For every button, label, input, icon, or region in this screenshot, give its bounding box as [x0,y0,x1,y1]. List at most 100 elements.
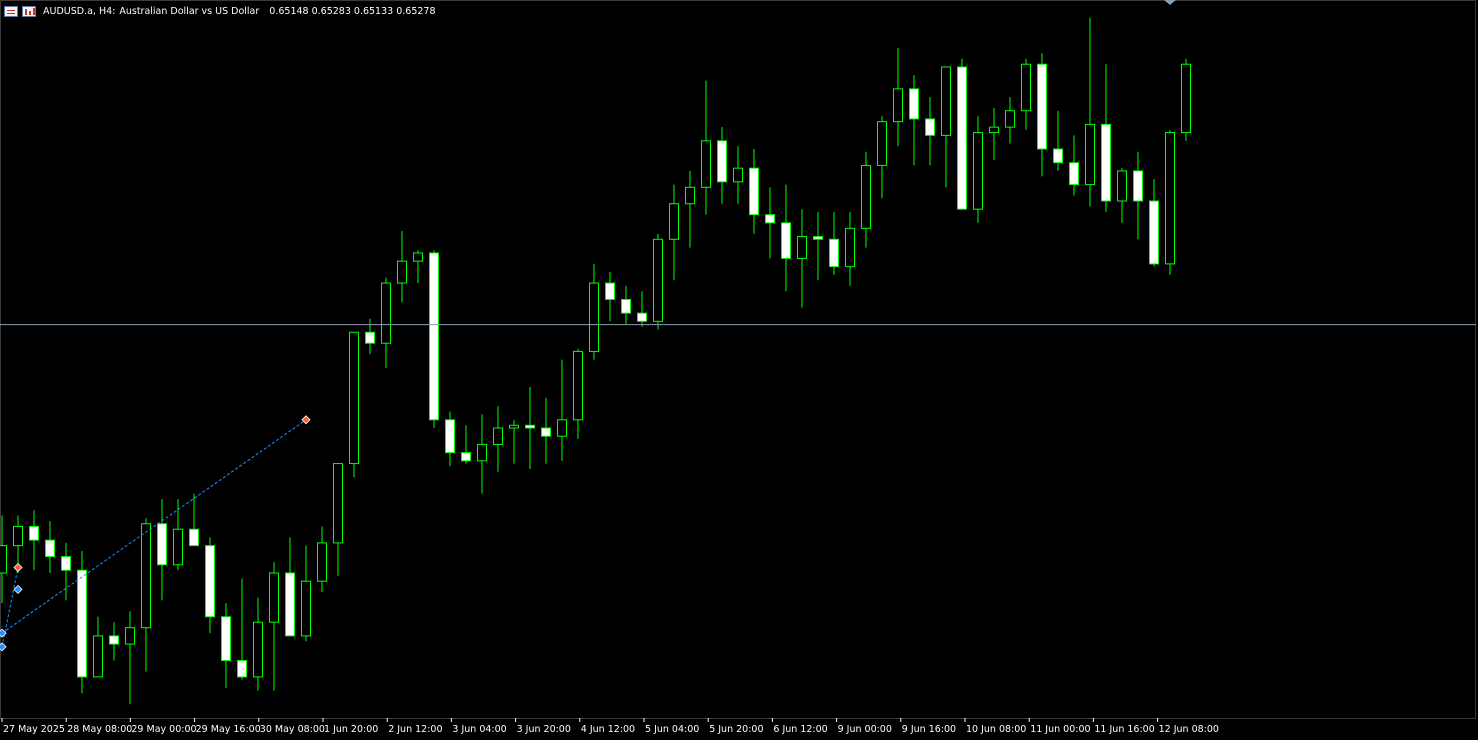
candle-body [989,126,999,134]
candle-body [813,236,823,240]
trade-line [1,419,307,634]
candle-body [1101,123,1111,202]
candle-body [29,525,39,541]
candle-body [109,635,119,645]
candle-body [1149,200,1159,265]
candle-body [653,238,663,322]
candle-body [461,452,471,462]
candle-body [829,238,839,268]
candle-body [0,545,7,574]
scroll-marker-icon [1164,0,1176,5]
window-menu-icon[interactable] [4,5,18,17]
candle-body [285,572,295,637]
candlestick-chart[interactable]: 27 May 2025 28 May 08:00 29 May 00:00 29 Ma… [0,0,1478,740]
candle-body [573,350,583,421]
candle-body [717,140,727,183]
candle-body [765,214,775,224]
x-axis-label: 5 Jun 04:00 [645,724,699,735]
x-axis-label: 4 Jun 12:00 [581,724,635,735]
x-axis-label: 9 Jun 16:00 [902,724,956,735]
x-axis-label: 28 May 08:00 [67,724,132,735]
candle-body [1133,170,1143,202]
x-axis-label: 30 May 08:00 [260,724,325,735]
candle-body [253,621,263,678]
candle-body [1037,63,1047,150]
candle-body [157,523,167,566]
candle-body [909,88,919,120]
symbol-description: Australian Dollar vs US Dollar [119,5,260,17]
x-axis-label: 2 Jun 12:00 [388,724,442,735]
candle-body [1005,110,1015,128]
candle-body [621,298,631,314]
bar-chart-icon[interactable] [22,5,36,17]
candle-body [781,222,791,259]
ohlc-quote: 0.65148 0.65283 0.65133 0.65278 [269,5,436,17]
x-axis-label: 5 Jun 20:00 [709,724,763,735]
sell-marker [13,562,23,573]
sell-marker [301,415,311,425]
candle-body [221,616,231,662]
candle-body [125,627,135,645]
candle-body [413,252,423,262]
candle-body [557,419,567,437]
candle-body [77,569,87,678]
x-axis-label: 29 May 16:00 [196,724,261,735]
candle-body [957,66,967,210]
candle-body [669,203,679,240]
candle-body [637,312,647,322]
candle-body [381,282,391,344]
candle-body [925,118,935,136]
x-axis-label: 10 Jun 08:00 [966,724,1026,735]
symbol-timeframe: AUDUSD.a, H4: [43,5,116,17]
candle-body [349,331,359,465]
x-axis-label: 12 Jun 08:00 [1159,724,1219,735]
candle-body [189,528,199,547]
candle-body [525,424,535,429]
x-axis-label: 9 Jun 00:00 [838,724,892,735]
candle-body [493,427,503,445]
candle-body [269,572,279,623]
candle-body [173,528,183,566]
candle-body [365,331,375,344]
candle-body [685,186,695,205]
chart-header: AUDUSD.a, H4: Australian Dollar vs US Do… [4,3,436,19]
candle-body [1085,123,1095,186]
candle-body [205,545,215,618]
candle-body [861,164,871,229]
candle-body [141,523,151,629]
candle-body [93,635,103,678]
candle-body [1053,148,1063,164]
candle-body [1181,63,1191,134]
candle-body [317,542,327,582]
buy-marker [0,642,7,652]
candle-body [477,443,487,462]
candle-body [733,167,743,183]
x-axis-label: 11 Jun 00:00 [1030,724,1090,735]
candle-body [445,419,455,454]
candle-body [429,252,439,421]
buy-marker [13,584,23,594]
candle-body [701,140,711,188]
x-axis-label: 29 May 00:00 [131,724,196,735]
x-axis-label: 1 Jun 20:00 [324,724,378,735]
candle-body [45,539,55,558]
x-axis-label: 3 Jun 04:00 [452,724,506,735]
candle-body [1117,170,1127,202]
candle-body [877,121,887,166]
candle-body [893,88,903,123]
x-axis-label: 3 Jun 20:00 [517,724,571,735]
candle-body [749,167,759,216]
candle-body [333,463,343,544]
candle-body [973,132,983,210]
candle-body [237,660,247,678]
candle-body [605,282,615,300]
candle-body [941,66,951,136]
candle-body [845,227,855,268]
x-axis-label: 6 Jun 12:00 [773,724,827,735]
candle-body [797,236,807,259]
candle-body [541,427,551,437]
x-axis-label: 27 May 2025 [3,724,65,735]
candle-body [589,282,599,352]
candle-body [1165,132,1175,265]
candle-body [13,525,23,547]
